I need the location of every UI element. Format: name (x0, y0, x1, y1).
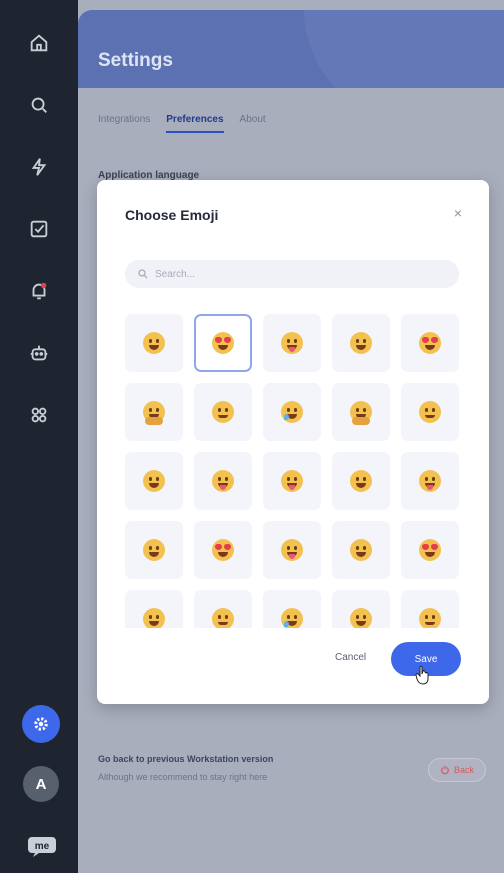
grin-emoji-icon (350, 470, 372, 492)
emoji-grid-viewport (125, 314, 465, 628)
heart-eyes-emoji-icon (419, 332, 441, 354)
lightning-icon[interactable] (24, 152, 54, 182)
emoji-cell[interactable] (194, 452, 252, 510)
emoji-cell[interactable] (263, 452, 321, 510)
tear-laugh-emoji-icon (281, 608, 303, 628)
hug-emoji-icon (143, 401, 165, 425)
emoji-cell[interactable] (401, 521, 459, 579)
emoji-cell[interactable] (194, 383, 252, 441)
emoji-search-input[interactable] (155, 268, 415, 280)
avatar[interactable]: A (23, 766, 59, 802)
power-icon (441, 765, 449, 775)
emoji-cell[interactable] (263, 383, 321, 441)
emoji-cell[interactable] (332, 383, 390, 441)
grin-emoji-icon (143, 608, 165, 628)
heart-eyes-emoji-icon (212, 539, 234, 561)
emoji-cell[interactable] (125, 383, 183, 441)
heart-eyes-emoji-icon (419, 539, 441, 561)
tab-preferences[interactable]: Preferences (166, 114, 224, 133)
emoji-cell[interactable] (194, 314, 252, 372)
emoji-cell[interactable] (332, 521, 390, 579)
choose-emoji-dialog: Choose Emoji × Cancel Save (97, 180, 489, 704)
back-version-title: Go back to previous Workstation version (98, 754, 274, 764)
header-decoration (304, 10, 504, 88)
tongue-emoji-icon (419, 470, 441, 492)
emoji-cell[interactable] (194, 590, 252, 628)
gear-icon (34, 717, 48, 731)
sidebar: A me (0, 0, 78, 873)
smile-emoji-icon (212, 401, 234, 423)
emoji-search-field[interactable] (125, 260, 459, 288)
emoji-cell[interactable] (401, 383, 459, 441)
heart-eyes-emoji-icon (212, 332, 234, 354)
page-header: Settings (78, 10, 504, 88)
emoji-grid (125, 314, 465, 628)
page-title: Settings (98, 50, 173, 71)
grin-emoji-icon (143, 332, 165, 354)
cancel-button[interactable]: Cancel (335, 652, 366, 663)
hug-emoji-icon (350, 401, 372, 425)
tongue-emoji-icon (281, 470, 303, 492)
smile-emoji-icon (419, 608, 441, 628)
hand-cursor-icon (415, 665, 429, 685)
robot-icon[interactable] (24, 338, 54, 368)
close-icon[interactable]: × (449, 204, 467, 222)
grin-emoji-icon (143, 470, 165, 492)
emoji-cell[interactable] (263, 590, 321, 628)
chat-logo-icon: me (27, 836, 57, 858)
bell-notification-icon[interactable] (24, 276, 54, 306)
emoji-cell[interactable] (194, 521, 252, 579)
emoji-cell[interactable] (125, 314, 183, 372)
tongue-emoji-icon (281, 332, 303, 354)
tear-laugh-emoji-icon (281, 401, 303, 423)
emoji-cell[interactable] (401, 452, 459, 510)
tongue-emoji-icon (281, 539, 303, 561)
smile-emoji-icon (419, 401, 441, 423)
emoji-cell[interactable] (263, 314, 321, 372)
back-button[interactable]: Back (428, 758, 486, 782)
search-icon[interactable] (24, 90, 54, 120)
emoji-cell[interactable] (401, 314, 459, 372)
emoji-cell[interactable] (263, 521, 321, 579)
search-icon (138, 269, 148, 279)
logo-text: me (35, 841, 50, 852)
emoji-cell[interactable] (125, 590, 183, 628)
home-icon[interactable] (24, 28, 54, 58)
emoji-cell[interactable] (332, 590, 390, 628)
apps-grid-icon[interactable] (24, 400, 54, 430)
emoji-cell[interactable] (332, 314, 390, 372)
tab-integrations[interactable]: Integrations (98, 114, 150, 125)
grin-emoji-icon (350, 608, 372, 628)
grin-emoji-icon (143, 539, 165, 561)
emoji-cell[interactable] (401, 590, 459, 628)
back-button-label: Back (453, 765, 474, 775)
grin-emoji-icon (350, 539, 372, 561)
settings-button[interactable] (22, 705, 60, 743)
back-version-subtitle: Although we recommend to stay right here (98, 772, 268, 782)
tab-about[interactable]: About (240, 114, 266, 125)
grin-emoji-icon (350, 332, 372, 354)
tongue-emoji-icon (212, 470, 234, 492)
smile-emoji-icon (212, 608, 234, 628)
tab-bar: Integrations Preferences About (98, 114, 266, 133)
checkbox-icon[interactable] (24, 214, 54, 244)
emoji-cell[interactable] (125, 521, 183, 579)
dialog-title: Choose Emoji (125, 207, 219, 223)
emoji-cell[interactable] (332, 452, 390, 510)
emoji-cell[interactable] (125, 452, 183, 510)
